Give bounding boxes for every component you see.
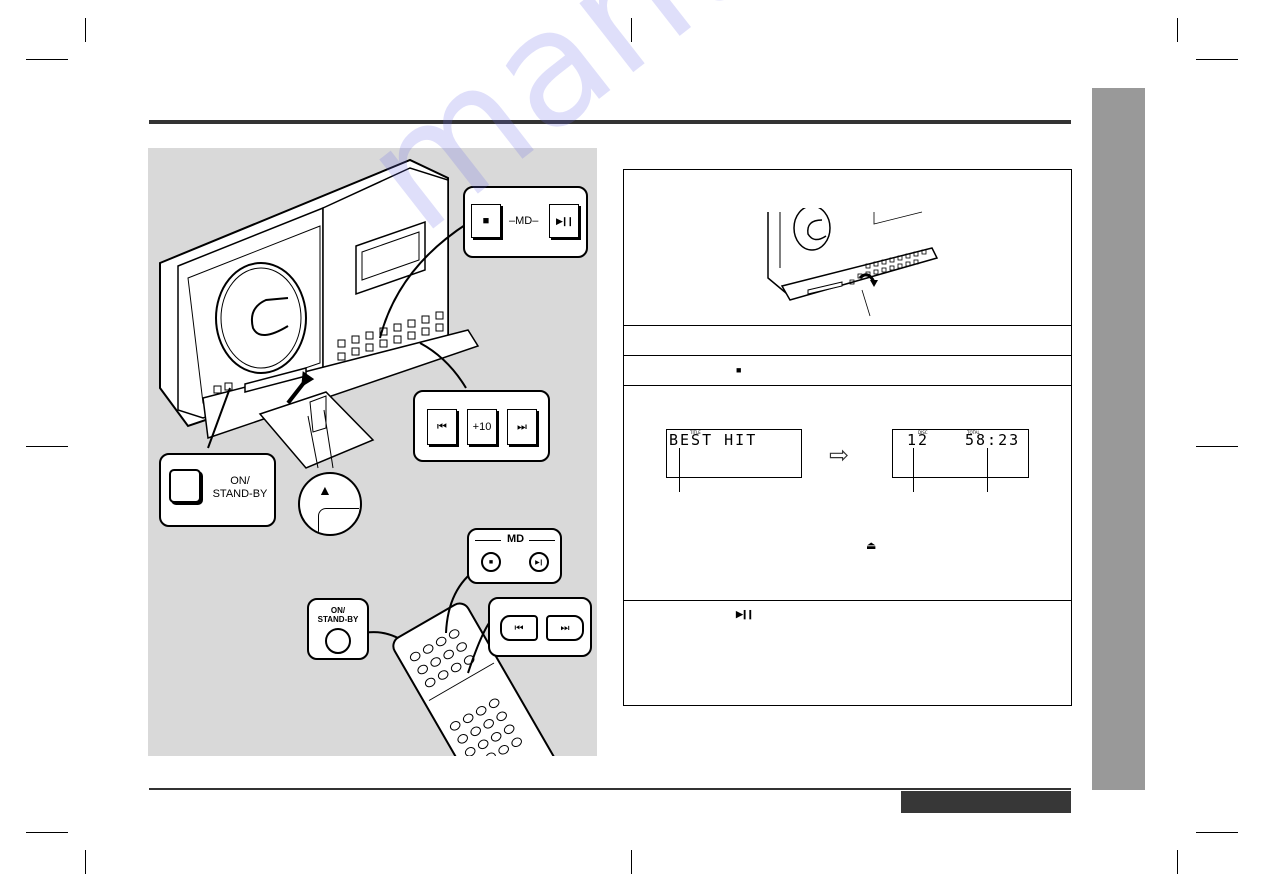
leader-line <box>679 448 680 492</box>
remote-skip-forward-button[interactable]: ⏭ <box>546 615 584 641</box>
skip-back-icon: ⏮ <box>437 420 447 433</box>
footer-rule <box>149 788 1071 790</box>
eject-icon: ⏏ <box>866 540 877 552</box>
remote-power-label-line2: STAND-BY <box>317 615 359 624</box>
header-rule <box>149 120 1071 124</box>
power-button[interactable] <box>169 469 201 503</box>
remote-md-stop-button[interactable]: ■ <box>481 552 501 572</box>
stop-icon: ■ <box>736 365 742 375</box>
card-corner-detail: ▲ <box>298 472 362 536</box>
crop-mark <box>631 18 632 42</box>
play-pause-icon: ▶❙❙ <box>555 215 574 226</box>
step-row-2: ■ <box>624 355 1071 385</box>
crop-mark <box>26 446 68 447</box>
crop-mark <box>1177 18 1178 42</box>
skip-back-icon: ⏮ <box>514 622 524 634</box>
section-side-tab <box>1092 88 1145 790</box>
crop-mark <box>85 850 86 874</box>
illustration-panel: ■ –MD– ▶❙❙ ⏮ +10 ⏭ ON/ STAND-BY ▲ MD ■ ▶… <box>148 148 597 756</box>
md-play-pause-button[interactable]: ▶❙❙ <box>549 204 579 238</box>
steps-table: ■ TITLE BEST HIT ⇨ DISC 12 TOTAL 58:23 ⏏… <box>623 169 1072 706</box>
callout-remote-power: ON/ STAND-BY <box>307 598 369 660</box>
md-stop-button[interactable]: ■ <box>471 204 501 238</box>
skip-forward-icon: ⏭ <box>517 420 527 433</box>
callout-remote-md: MD ■ ▶❙ <box>467 528 562 584</box>
transition-arrow-icon: ⇨ <box>829 442 850 469</box>
crop-mark <box>1196 446 1238 447</box>
total-tracks: 12 <box>907 431 930 449</box>
step-row-3: TITLE BEST HIT ⇨ DISC 12 TOTAL 58:23 ⏏ <box>624 385 1071 600</box>
crop-mark <box>26 832 68 833</box>
md-label: –MD– <box>509 215 539 227</box>
crop-mark <box>26 59 68 60</box>
plus10-label: +10 <box>472 421 492 433</box>
remote-md-label: MD <box>507 533 525 545</box>
leader-line <box>987 448 988 492</box>
footer-page-bar <box>901 791 1071 813</box>
leader-line <box>913 448 914 492</box>
remote-md-play-pause-button[interactable]: ▶❙ <box>529 552 549 572</box>
step-row-1 <box>624 325 1071 355</box>
skip-forward-icon: ⏭ <box>560 622 570 634</box>
play-pause-icon: ▶❙❙ <box>736 609 754 619</box>
play-pause-icon: ▶❙ <box>535 559 544 566</box>
crop-mark <box>1196 832 1238 833</box>
callout-remote-skip: ⏮ ⏭ <box>488 597 592 657</box>
power-label-line1: ON/ <box>230 475 250 487</box>
crop-mark <box>1196 59 1238 60</box>
crop-mark <box>1177 850 1178 874</box>
stop-icon: ■ <box>482 215 490 227</box>
callout-md-buttons: ■ –MD– ▶❙❙ <box>463 186 588 258</box>
display-disc-title: TITLE BEST HIT <box>666 429 802 478</box>
remote-power-label-line1: ON/ <box>330 606 346 615</box>
callout-skip-buttons: ⏮ +10 ⏭ <box>413 390 550 462</box>
stop-icon: ■ <box>488 558 494 566</box>
insert-direction-icon: ▲ <box>318 482 332 498</box>
crop-mark <box>631 850 632 874</box>
power-label-line2: STAND-BY <box>212 488 268 500</box>
skip-forward-button[interactable]: ⏭ <box>507 409 537 445</box>
total-time: 58:23 <box>965 431 1021 449</box>
disc-title-text: BEST HIT <box>669 431 758 449</box>
unit-eject-illustration <box>767 208 939 317</box>
step-row-4: ▶❙❙ <box>624 600 1071 706</box>
crop-mark <box>85 18 86 42</box>
skip-back-button[interactable]: ⏮ <box>427 409 457 445</box>
callout-power-button: ON/ STAND-BY <box>159 453 276 527</box>
plus10-button[interactable]: +10 <box>467 409 497 445</box>
remote-power-button[interactable] <box>325 628 351 654</box>
remote-skip-back-button[interactable]: ⏮ <box>500 615 538 641</box>
